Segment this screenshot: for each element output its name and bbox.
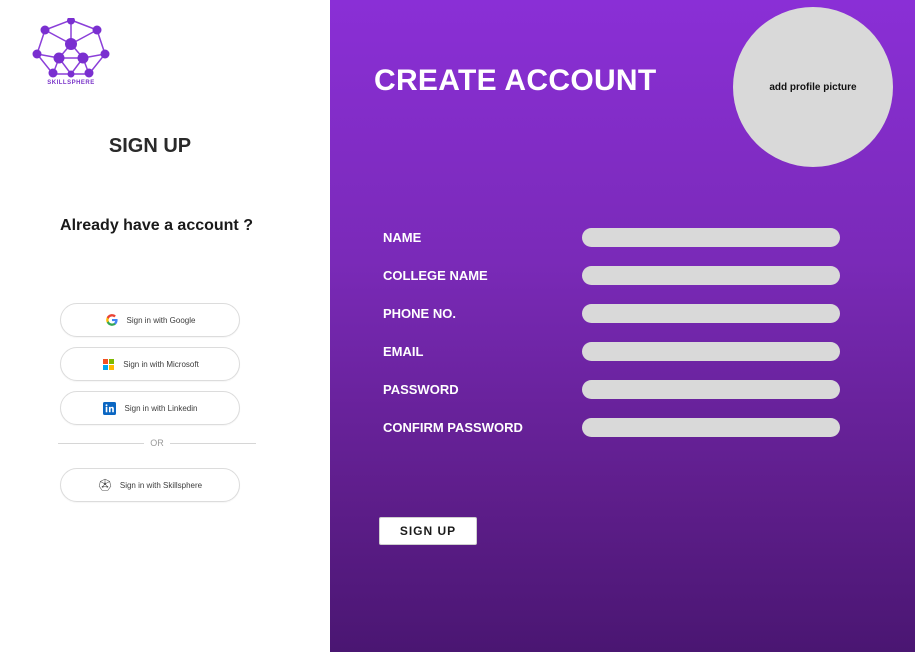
password-input[interactable] — [582, 380, 840, 399]
microsoft-icon — [101, 357, 115, 371]
or-divider: OR — [58, 436, 256, 450]
skillsphere-logo: SKILLSPHERE — [25, 18, 117, 100]
or-text: OR — [150, 438, 164, 448]
confirm-password-input[interactable] — [582, 418, 840, 437]
confirm-password-row: CONFIRM PASSWORD — [383, 418, 843, 438]
password-label: PASSWORD — [383, 382, 459, 397]
google-icon — [105, 313, 119, 327]
phone-no-label: PHONE NO. — [383, 306, 456, 321]
logo-wordmark: SKILLSPHERE — [47, 80, 95, 86]
name-row: NAME — [383, 228, 843, 248]
name-label: NAME — [383, 230, 422, 245]
confirm-password-label: CONFIRM PASSWORD — [383, 420, 523, 435]
sign-up-submit-button[interactable]: SIGN UP — [379, 517, 477, 545]
sign-in-google-button[interactable]: Sign in with Google — [60, 303, 240, 337]
add-profile-picture-label: add profile picture — [769, 81, 857, 93]
skillsphere-icon — [98, 478, 112, 492]
network-sphere-icon — [32, 18, 110, 78]
email-label: EMAIL — [383, 344, 424, 359]
sign-in-linkedin-button[interactable]: Sign in with Linkedin — [60, 391, 240, 425]
divider-line-right — [169, 442, 256, 444]
left-panel: SKILLSPHERE SIGN UP Already have a accou… — [0, 0, 330, 652]
create-account-panel: CREATE ACCOUNT add profile picture NAME … — [330, 0, 915, 652]
sign-in-microsoft-button[interactable]: Sign in with Microsoft — [60, 347, 240, 381]
add-profile-picture-button[interactable]: add profile picture — [733, 7, 893, 167]
college-name-row: COLLEGE NAME — [383, 266, 843, 286]
password-row: PASSWORD — [383, 380, 843, 400]
signup-heading: SIGN UP — [108, 135, 192, 157]
create-account-title: CREATE ACCOUNT — [374, 64, 657, 97]
sign-in-microsoft-label: Sign in with Microsoft — [123, 359, 199, 369]
college-name-label: COLLEGE NAME — [383, 268, 488, 283]
signup-page: SKILLSPHERE SIGN UP Already have a accou… — [0, 0, 915, 652]
phone-no-row: PHONE NO. — [383, 304, 843, 324]
linkedin-icon — [103, 401, 117, 415]
already-have-account-text: Already have a account ? — [60, 217, 253, 234]
sign-in-linkedin-label: Sign in with Linkedin — [124, 403, 198, 413]
name-input[interactable] — [582, 228, 840, 247]
sign-in-google-label: Sign in with Google — [126, 315, 196, 325]
sign-in-skillsphere-button[interactable]: Sign in with Skillsphere — [60, 468, 240, 502]
sign-in-skillsphere-label: Sign in with Skillsphere — [119, 480, 203, 490]
college-name-input[interactable] — [582, 266, 840, 285]
divider-line-left — [58, 442, 145, 444]
email-input[interactable] — [582, 342, 840, 361]
email-row: EMAIL — [383, 342, 843, 362]
phone-no-input[interactable] — [582, 304, 840, 323]
